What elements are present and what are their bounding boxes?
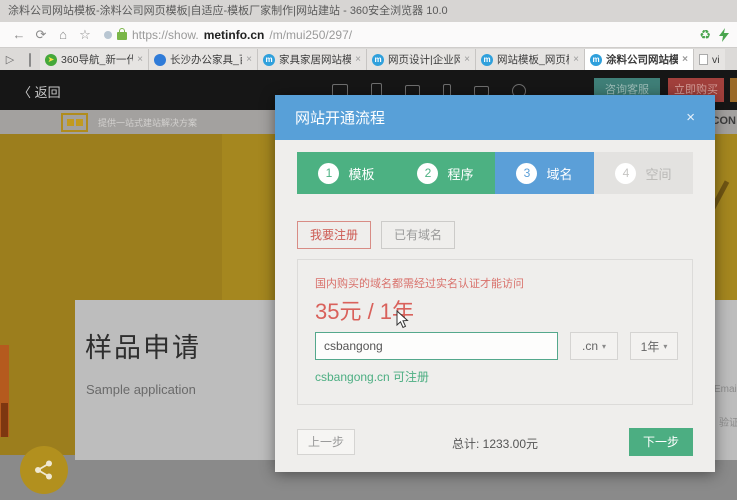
duration-select[interactable]: 1年 ▾ (630, 332, 678, 360)
tab-site-template[interactable]: m 网站模板_网页模 × (476, 49, 585, 70)
tld-select[interactable]: .cn ▾ (570, 332, 618, 360)
mouse-cursor (396, 310, 409, 329)
metinfo-logo-icon: m (590, 53, 602, 66)
realname-notice: 国内购买的域名都需经过实名认证才能访问 (315, 278, 524, 290)
email-field-fragment: Email (713, 384, 737, 395)
verify-field-fragment: 验证 (719, 418, 737, 429)
modal-header: 网站开通流程 × (275, 95, 715, 140)
tab-close-icon[interactable]: × (246, 54, 252, 65)
share-icon (35, 460, 52, 480)
ad-block-icon[interactable]: ♻ (699, 27, 711, 43)
domain-mode-tabs: 我要注册 已有域名 (297, 221, 693, 249)
tab-close-icon[interactable]: × (682, 54, 688, 65)
url-path: /m/mui250/297/ (269, 27, 353, 42)
tab-bar: ▷ ➤ 360导航_新一代 × 长沙办公家具_百 × m 家具家居网站模板 × … (0, 48, 737, 70)
mobile-sync-icon[interactable] (20, 50, 40, 70)
address-bar: ← ⟳ ⌂ ☆ https://show. metinfo.cn/m/mui250… (0, 22, 737, 48)
share-button[interactable] (20, 446, 68, 494)
modal-footer: 上一步 总计: 1233.00元 下一步 (297, 428, 693, 456)
site-logo (61, 112, 88, 132)
url-prefix: https://show. (132, 27, 199, 42)
back-button[interactable]: 〈 返回 (18, 82, 61, 101)
site-info-icon[interactable] (104, 30, 112, 39)
back-icon[interactable]: ← (8, 23, 30, 47)
step-template[interactable]: 1 模板 (297, 152, 396, 194)
speed-lightning-icon[interactable] (719, 27, 729, 42)
contact-text-fragment: CON (711, 115, 736, 127)
bookmark-star-icon[interactable]: ☆ (74, 23, 96, 47)
metinfo-logo-icon: m (372, 53, 384, 66)
edge-button-sliver (730, 78, 737, 102)
url-domain: metinfo.cn (203, 27, 265, 42)
tab-register-domain[interactable]: 我要注册 (297, 221, 371, 249)
paint-roller-image (0, 345, 9, 437)
step-domain[interactable]: 3 域名 (495, 152, 594, 194)
window-title: 涂料公司网站模板-涂料公司网页模板|自适应-模板厂家制作|网站建站 - 360安… (8, 5, 448, 17)
tab-close-icon[interactable]: × (464, 54, 470, 65)
domain-input-row: .cn ▾ 1年 ▾ (315, 332, 678, 360)
baidu-logo-icon (154, 53, 166, 66)
tab-view-partial[interactable]: vie (694, 49, 725, 70)
page-content: 〈 返回 咨询客服 立即购买 提供一站式建站解决方案 CON 样品申请 Samp… (0, 70, 737, 500)
https-lock-icon (117, 28, 127, 40)
step-progress-bar: 1 模板 2 程序 3 域名 4 空间 (297, 152, 693, 194)
metinfo-logo-icon: m (263, 53, 275, 66)
tab-webdesign[interactable]: m 网页设计|企业网 × (367, 49, 476, 70)
tablet-landscape-preview-icon[interactable] (474, 85, 489, 96)
document-icon (699, 54, 708, 65)
step-program[interactable]: 2 程序 (396, 152, 495, 194)
chevron-down-icon: ▾ (663, 341, 668, 351)
site-tagline: 提供一站式建站解决方案 (98, 117, 198, 128)
close-icon[interactable]: × (686, 110, 695, 125)
address-bar-actions: ♻ (699, 27, 729, 43)
domain-register-panel: 国内购买的域名都需经过实名认证才能访问 35元 / 1年 .cn ▾ 1年 ▾ … (297, 259, 693, 405)
refresh-icon[interactable]: ⟳ (30, 23, 52, 47)
tab-close-icon[interactable]: × (137, 54, 143, 65)
tab-360-nav[interactable]: ➤ 360导航_新一代 × (40, 49, 149, 70)
modal-title: 网站开通流程 (295, 110, 386, 127)
tab-close-icon[interactable]: × (573, 54, 579, 65)
home-icon[interactable]: ⌂ (52, 23, 74, 47)
window-titlebar: 涂料公司网站模板-涂料公司网页模板|自适应-模板厂家制作|网站建站 - 360安… (0, 0, 737, 22)
phone-icon (29, 53, 31, 67)
step-space[interactable]: 4 空间 (594, 152, 693, 194)
tab-office-furniture[interactable]: 长沙办公家具_百 × (149, 49, 258, 70)
domain-name-input[interactable] (315, 332, 558, 360)
url-field[interactable]: https://show. metinfo.cn/m/mui250/297/ (96, 28, 691, 42)
360-logo-icon: ➤ (45, 53, 57, 66)
metinfo-logo-icon: m (481, 53, 493, 66)
domain-availability-text: csbangong.cn 可注册 (315, 370, 430, 384)
chevron-down-icon: ▾ (602, 341, 607, 351)
order-total-value: 1233.00元 (482, 437, 539, 451)
tab-furniture-template[interactable]: m 家具家居网站模板 × (258, 49, 367, 70)
next-step-button[interactable]: 下一步 (629, 428, 693, 456)
site-activation-modal: 网站开通流程 × 1 模板 2 程序 3 域名 4 空间 我要注册 已有域名 国… (275, 95, 715, 472)
tab-paint-company-active[interactable]: m 涂料公司网站模板 × (585, 49, 694, 70)
section-subtitle: Sample application (86, 382, 196, 397)
tab-list-icon[interactable]: ▷ (0, 50, 20, 70)
section-title: 样品申请 (85, 333, 201, 363)
tab-close-icon[interactable]: × (355, 54, 361, 65)
tab-own-domain[interactable]: 已有域名 (381, 221, 455, 249)
